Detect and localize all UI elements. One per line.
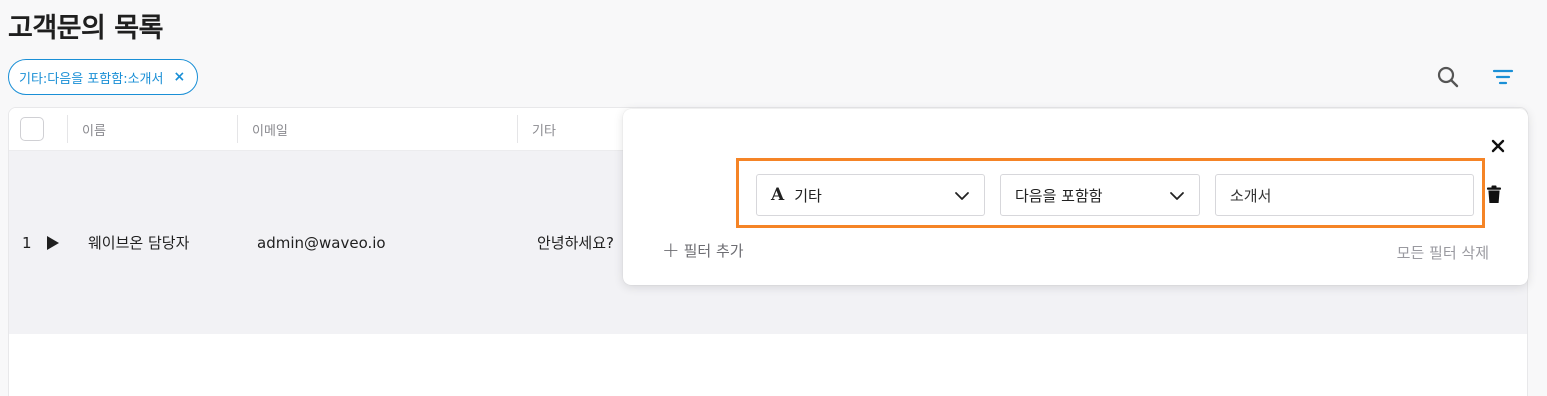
filter-button[interactable] bbox=[1489, 63, 1517, 91]
filter-icon bbox=[1492, 69, 1514, 85]
filter-column-value: 기타 bbox=[794, 186, 822, 205]
row-number: 1 bbox=[22, 233, 32, 252]
close-icon bbox=[1491, 139, 1505, 153]
filter-operator-select[interactable]: 다음을 포함함 bbox=[1000, 174, 1200, 216]
chevron-down-icon bbox=[1170, 192, 1184, 200]
filter-column-select[interactable]: A 기타 bbox=[756, 174, 985, 216]
header-email[interactable]: 이메일 bbox=[237, 108, 517, 150]
row-name: 웨이브온 담당자 bbox=[88, 234, 190, 252]
active-filter-label: 기타:다음을 포함함:소개서 bbox=[19, 71, 164, 87]
select-all-checkbox[interactable] bbox=[20, 117, 44, 141]
filter-operator-value: 다음을 포함함 bbox=[1015, 186, 1103, 205]
add-filter-button[interactable]: + 필터 추가 bbox=[662, 240, 744, 261]
text-type-icon: A bbox=[771, 185, 785, 205]
filter-panel: A 기타 다음을 포함함 소개서 + 필터 추가 모든 필터 삭제 bbox=[623, 109, 1528, 285]
remove-filter-icon[interactable]: × bbox=[173, 70, 185, 84]
row-other: 안녕하세요? bbox=[537, 234, 614, 252]
search-icon bbox=[1437, 66, 1459, 88]
close-filter-panel-button[interactable] bbox=[1489, 137, 1507, 155]
clear-all-filters-button[interactable]: 모든 필터 삭제 bbox=[1397, 242, 1489, 263]
row-email: admin@waveo.io bbox=[257, 233, 386, 252]
filter-value-input[interactable]: 소개서 bbox=[1215, 174, 1474, 216]
page-title: 고객문의 목록 bbox=[8, 13, 163, 44]
chevron-down-icon bbox=[955, 192, 969, 200]
header-name[interactable]: 이름 bbox=[67, 108, 237, 150]
add-filter-label: 필터 추가 bbox=[683, 242, 744, 260]
filter-value-text: 소개서 bbox=[1230, 186, 1272, 205]
active-filter-chip[interactable]: 기타:다음을 포함함:소개서 × bbox=[8, 59, 199, 95]
plus-icon: + bbox=[662, 238, 680, 262]
header-select-all-cell bbox=[9, 108, 67, 150]
search-button[interactable] bbox=[1434, 63, 1462, 91]
delete-filter-icon[interactable] bbox=[1486, 185, 1502, 204]
expand-row-icon[interactable] bbox=[46, 235, 60, 251]
